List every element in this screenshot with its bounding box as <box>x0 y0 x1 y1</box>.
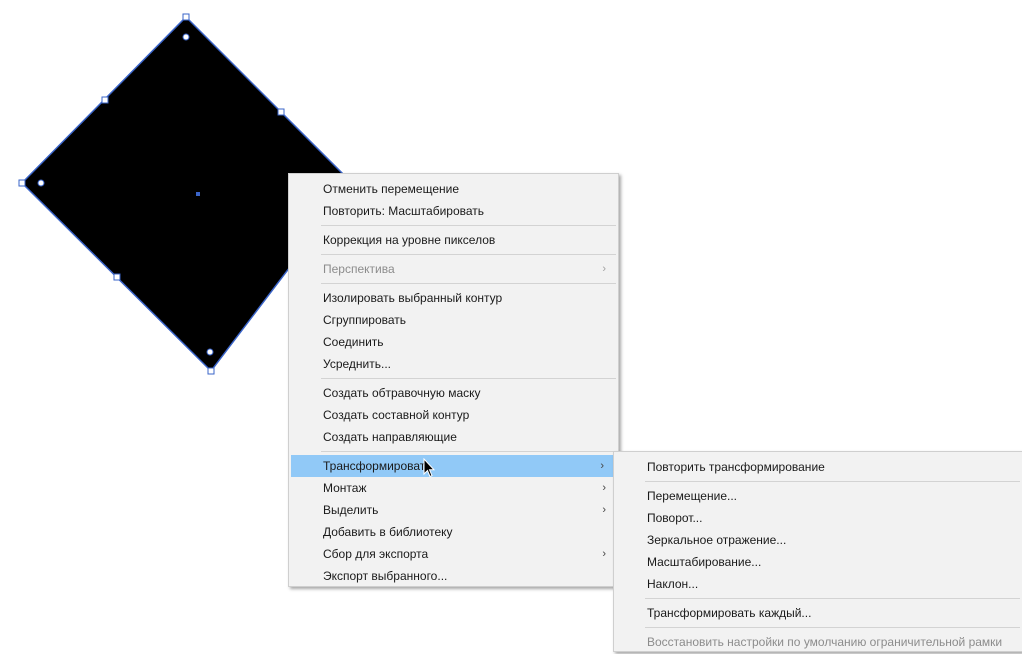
chevron-right-icon: › <box>602 504 606 516</box>
artboard-canvas[interactable]: Отменить перемещение Повторить: Масштабир… <box>0 0 1022 654</box>
chevron-right-icon: › <box>600 460 604 472</box>
menu-item-1-0[interactable]: Перемещение... <box>614 485 1022 507</box>
menu-item-0-1[interactable]: Повторить: Масштабировать <box>289 200 618 222</box>
menu-item-0-0[interactable]: Повторить трансформирование <box>614 456 1022 478</box>
menu-item-label: Соединить <box>323 335 384 349</box>
menu-item-1-4[interactable]: Наклон... <box>614 573 1022 595</box>
menu-item-1-3[interactable]: Масштабирование... <box>614 551 1022 573</box>
bounding-handle-bottom[interactable] <box>207 367 215 375</box>
menu-item-5-1[interactable]: Монтаж › <box>289 477 618 499</box>
menu-item-5-3[interactable]: Добавить в библиотеку <box>289 521 618 543</box>
menu-item-5-4[interactable]: Сбор для экспорта › <box>289 543 618 565</box>
menu-item-3-1[interactable]: Сгруппировать <box>289 309 618 331</box>
menu-item-4-0[interactable]: Создать обтравочную маску <box>289 382 618 404</box>
menu-item-label: Трансформировать <box>323 459 432 473</box>
menu-item-3-2[interactable]: Соединить <box>289 331 618 353</box>
bounding-handle-top[interactable] <box>182 13 190 21</box>
chevron-right-icon: › <box>602 482 606 494</box>
menu-item-0-0[interactable]: Отменить перемещение <box>289 178 618 200</box>
menu-separator <box>645 627 1020 628</box>
menu-separator <box>645 598 1020 599</box>
corner-widget-bottom[interactable] <box>206 348 214 356</box>
menu-item-2-0[interactable]: Трансформировать каждый... <box>614 602 1022 624</box>
menu-item-label: Создать составной контур <box>323 408 470 422</box>
menu-item-1-2[interactable]: Зеркальное отражение... <box>614 529 1022 551</box>
menu-item-label: Зеркальное отражение... <box>647 533 787 547</box>
menu-item-label: Отменить перемещение <box>323 182 460 196</box>
menu-item-5-0[interactable]: Трансформировать › <box>291 455 616 477</box>
menu-item-3-0[interactable]: Изолировать выбранный контур <box>289 287 618 309</box>
menu-separator <box>645 481 1020 482</box>
bounding-handle-bottom-left-mid[interactable] <box>113 273 121 281</box>
chevron-right-icon: › <box>602 548 606 560</box>
menu-separator <box>321 451 616 452</box>
menu-item-1-1[interactable]: Поворот... <box>614 507 1022 529</box>
menu-item-label: Повторить трансформирование <box>647 460 825 474</box>
menu-item-label: Масштабирование... <box>647 555 762 569</box>
menu-item-1-0[interactable]: Коррекция на уровне пикселов <box>289 229 618 251</box>
menu-item-label: Трансформировать каждый... <box>647 606 812 620</box>
menu-item-3-3[interactable]: Усреднить... <box>289 353 618 375</box>
bounding-handle-left[interactable] <box>18 179 26 187</box>
menu-separator <box>321 254 616 255</box>
menu-item-label: Усреднить... <box>323 357 391 371</box>
menu-item-label: Повторить: Масштабировать <box>323 204 485 218</box>
menu-item-5-5[interactable]: Экспорт выбранного... <box>289 565 618 587</box>
menu-item-label: Экспорт выбранного... <box>323 569 448 583</box>
menu-item-label: Восстановить настройки по умолчанию огра… <box>647 635 1003 649</box>
menu-item-5-2[interactable]: Выделить › <box>289 499 618 521</box>
chevron-right-icon: › <box>602 263 606 275</box>
menu-separator <box>321 283 616 284</box>
context-menu: Отменить перемещение Повторить: Масштабир… <box>288 173 619 587</box>
arrow-cursor-icon <box>423 458 435 478</box>
bounding-handle-top-right-mid[interactable] <box>277 108 285 116</box>
center-point-marker <box>196 192 200 196</box>
menu-item-label: Наклон... <box>647 577 699 591</box>
corner-widget-left[interactable] <box>37 179 45 187</box>
menu-item-label: Выделить <box>323 503 379 517</box>
corner-widget-top[interactable] <box>182 33 190 41</box>
menu-item-label: Перспектива <box>323 262 395 276</box>
menu-item-label: Создать направляющие <box>323 430 457 444</box>
menu-item-3-0: Восстановить настройки по умолчанию огра… <box>614 631 1022 653</box>
menu-item-4-1[interactable]: Создать составной контур <box>289 404 618 426</box>
transform-submenu: Повторить трансформирование Перемещение..… <box>613 451 1022 652</box>
menu-item-label: Добавить в библиотеку <box>323 525 453 539</box>
bounding-handle-top-left-mid[interactable] <box>101 96 109 104</box>
menu-item-label: Перемещение... <box>647 489 737 503</box>
menu-item-2-0: Перспектива › <box>289 258 618 280</box>
menu-item-label: Поворот... <box>647 511 703 525</box>
menu-separator <box>321 378 616 379</box>
menu-item-label: Монтаж <box>323 481 367 495</box>
menu-separator <box>321 225 616 226</box>
menu-item-label: Изолировать выбранный контур <box>323 291 503 305</box>
menu-item-label: Создать обтравочную маску <box>323 386 481 400</box>
menu-item-label: Сгруппировать <box>323 313 407 327</box>
menu-item-label: Коррекция на уровне пикселов <box>323 233 496 247</box>
menu-item-4-2[interactable]: Создать направляющие <box>289 426 618 448</box>
menu-item-label: Сбор для экспорта <box>323 547 429 561</box>
